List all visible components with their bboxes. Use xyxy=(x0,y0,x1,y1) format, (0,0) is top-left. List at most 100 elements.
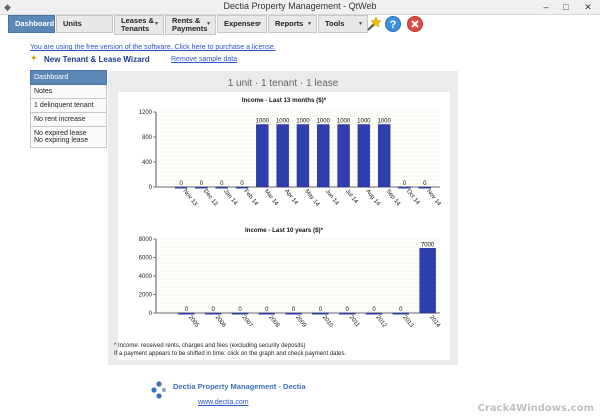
bar-value-label: 0 xyxy=(238,307,242,313)
menu-reports[interactable]: Reports ▼ xyxy=(268,15,317,33)
bar xyxy=(276,124,289,188)
y-tick-label: 2000 xyxy=(139,293,153,299)
bar-value-label: 0 xyxy=(399,307,403,313)
x-tick-label: May 14 xyxy=(303,189,320,209)
sidebar-item-leases[interactable]: No expired lease No expiring lease xyxy=(30,127,107,148)
new-tenant-lease-wizard-link[interactable]: New Tenant & Lease Wizard xyxy=(44,55,150,64)
sidebar-item-rent-increase[interactable]: No rent increase xyxy=(30,113,107,127)
y-tick-label: 1200 xyxy=(139,110,153,116)
bar-value-label: 1000 xyxy=(317,119,331,125)
footer-company-name: Dectia Property Management - Dectia xyxy=(173,382,306,391)
sidebar-expired-lease: No expired lease xyxy=(34,130,87,137)
bar xyxy=(377,124,391,188)
bar-value-label: 7000 xyxy=(421,242,435,248)
menu-rents-payments-label: Rents & Payments xyxy=(172,15,208,33)
x-tick-label: Sep 14 xyxy=(385,189,402,208)
remove-sample-data-link[interactable]: Remove sample data xyxy=(171,56,237,63)
x-tick-label: 2012 xyxy=(374,315,387,330)
menu-expenses-label: Expenses xyxy=(224,18,260,28)
x-tick-label: 2014 xyxy=(428,315,441,330)
x-tick-label: 2008 xyxy=(267,315,280,330)
bar xyxy=(174,186,188,189)
x-tick-label: 2013 xyxy=(401,315,414,330)
bar-value-label: 0 xyxy=(319,307,323,313)
summary-heading: 1 unit · 1 tenant · 1 lease xyxy=(227,78,339,89)
bar-value-label: 0 xyxy=(212,307,216,313)
y-tick-label: 800 xyxy=(142,135,153,141)
bar-value-label: 1000 xyxy=(256,119,270,125)
y-tick-label: 4000 xyxy=(139,274,153,280)
sidebar-item-notes[interactable]: Notes xyxy=(30,85,107,99)
dashboard-sidebar: Dashboard Notes 1 delinquent tenant No r… xyxy=(30,70,107,148)
menu-leases-tenants-label: Leases & Tenants xyxy=(121,15,154,33)
help-icon[interactable]: ? xyxy=(385,16,401,32)
bar-value-label: 1000 xyxy=(276,119,290,125)
dectia-logo xyxy=(151,381,166,399)
footnote-payment-shift: If a payment appears to be shifted in ti… xyxy=(114,351,347,357)
window-title: Dectia Property Management - QtWeb xyxy=(223,1,377,11)
x-tick-label: Feb 14 xyxy=(242,189,259,208)
bar xyxy=(419,248,436,314)
wand-icon: ✦ xyxy=(30,53,38,63)
x-tick-label: 2010 xyxy=(321,315,334,330)
x-tick-label: Nov 13 xyxy=(182,189,199,208)
chart-title: Income - Last 13 months ($)* xyxy=(242,97,327,104)
y-tick-label: 0 xyxy=(149,185,153,191)
close-app-icon[interactable] xyxy=(407,16,423,32)
menu-leases-tenants[interactable]: Leases & Tenants ▼ xyxy=(114,15,164,35)
x-tick-label: 2007 xyxy=(240,315,253,330)
income-10-years-chart[interactable]: Income - Last 10 years ($)* 0 2000 4000 6000… xyxy=(118,224,450,342)
purchase-license-link[interactable]: You are using the free version of the so… xyxy=(30,44,276,51)
income-13-months-chart[interactable]: Income - Last 13 months ($)* 0 400 800 1200 0… xyxy=(118,94,450,220)
bar xyxy=(357,124,371,188)
bar-value-label: 0 xyxy=(292,307,296,313)
sidebar-item-delinquent[interactable]: 1 delinquent tenant xyxy=(30,99,107,113)
bar-value-label: 0 xyxy=(220,181,224,187)
menu-tools[interactable]: Tools ▼ xyxy=(318,15,368,33)
menu-units-label: Units xyxy=(63,18,82,28)
menu-expenses[interactable]: Expenses ▼ xyxy=(217,15,267,33)
bar xyxy=(418,186,431,189)
x-tick-label: Dec 13 xyxy=(202,189,219,208)
menu-units[interactable]: Units xyxy=(56,15,113,33)
bar xyxy=(215,186,228,189)
menu-tools-label: Tools xyxy=(325,18,345,28)
sidebar-item-dashboard[interactable]: Dashboard xyxy=(30,70,107,85)
chevron-down-icon: ▼ xyxy=(257,21,262,27)
x-tick-label: 2009 xyxy=(294,315,307,330)
y-tick-label: 6000 xyxy=(139,256,153,262)
bar-value-label: 0 xyxy=(185,307,189,313)
x-tick-label: Nov 14 xyxy=(425,189,442,208)
bar-value-label: 1000 xyxy=(337,119,351,125)
dectia-website-link[interactable]: www.dectia.com xyxy=(198,399,249,406)
x-tick-label: Jun 14 xyxy=(324,189,340,207)
sidebar-expiring-lease: No expiring lease xyxy=(34,137,89,144)
y-tick-label: 0 xyxy=(149,311,153,317)
chevron-down-icon: ▼ xyxy=(307,21,312,27)
bar-value-label: 0 xyxy=(265,307,269,313)
bar xyxy=(296,124,310,188)
svg-text:?: ? xyxy=(390,19,397,31)
window-close-button[interactable]: ✕ xyxy=(578,0,598,14)
x-tick-label: 2006 xyxy=(214,315,227,330)
x-tick-label: Oct 14 xyxy=(405,189,421,207)
x-tick-label: 2011 xyxy=(348,315,361,329)
y-tick-label: 8000 xyxy=(139,237,153,243)
menu-dashboard-label: Dashboard xyxy=(15,18,55,28)
chart-title: Income - Last 10 years ($)* xyxy=(245,227,324,234)
x-tick-label: Aug 14 xyxy=(364,189,381,208)
y-tick-label: 400 xyxy=(142,160,153,166)
minimize-button[interactable]: – xyxy=(536,0,556,14)
bar xyxy=(235,186,249,189)
bar-value-label: 0 xyxy=(200,181,204,187)
chevron-down-icon: ▼ xyxy=(206,21,211,27)
chevron-down-icon: ▼ xyxy=(358,21,363,27)
bar xyxy=(317,124,330,188)
bar-value-label: 1000 xyxy=(377,119,391,125)
x-tick-label: Jan 14 xyxy=(222,189,238,207)
maximize-button[interactable]: □ xyxy=(556,0,576,14)
menu-dashboard[interactable]: Dashboard xyxy=(8,15,55,33)
menu-rents-payments[interactable]: Rents & Payments ▼ xyxy=(165,15,216,35)
magic-wand-icon[interactable] xyxy=(365,16,381,32)
bar-value-label: 0 xyxy=(240,181,244,187)
